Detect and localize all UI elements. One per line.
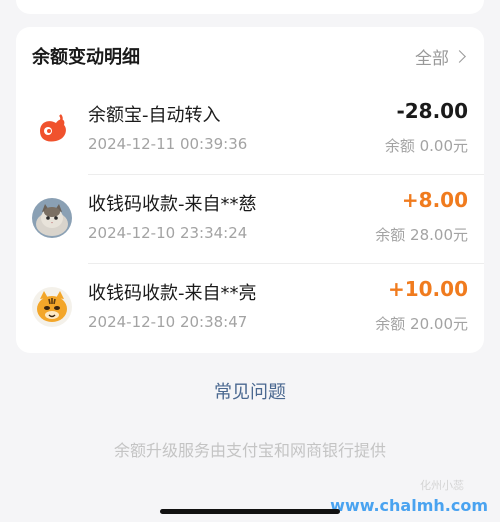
- transaction-row[interactable]: 收钱码收款-来自**慈 2024-12-10 23:34:24 +8.00 余额…: [16, 174, 484, 263]
- tiger-cartoon-avatar: [32, 287, 72, 327]
- transaction-time: 2024-12-10 20:38:47: [88, 313, 248, 331]
- transaction-title: 收钱码收款-来自**慈: [88, 194, 257, 215]
- previous-card: [16, 0, 484, 14]
- see-all-link[interactable]: 全部: [415, 44, 468, 69]
- transaction-balance: 余额 0.00元: [384, 137, 468, 155]
- transaction-balance: 余额 28.00元: [375, 226, 468, 244]
- transaction-title: 余额宝-自动转入: [88, 105, 221, 126]
- see-all-label: 全部: [415, 48, 449, 69]
- card-header: 余额变动明细 全部: [16, 27, 484, 85]
- balance-changes-card: 余额变动明细 全部 余额宝-自动转入 2024-12-11 00:39:36 -…: [16, 27, 484, 353]
- home-indicator[interactable]: [160, 509, 340, 514]
- cat-photo-avatar: [32, 198, 72, 238]
- yuebao-logo-icon: [32, 109, 72, 149]
- transaction-time: 2024-12-10 23:34:24: [88, 224, 248, 242]
- transaction-title: 收钱码收款-来自**亮: [88, 283, 257, 304]
- watermark-author: 化州小蕊: [420, 479, 464, 492]
- transaction-amount: +10.00: [387, 277, 468, 301]
- faq-link[interactable]: 常见问题: [0, 378, 500, 404]
- transaction-amount: +8.00: [401, 188, 468, 212]
- transaction-row[interactable]: 余额宝-自动转入 2024-12-11 00:39:36 -28.00 余额 0…: [16, 85, 484, 174]
- service-provider-note: 余额升级服务由支付宝和网商银行提供: [113, 441, 386, 460]
- transaction-amount: -28.00: [396, 99, 468, 123]
- watermark-url: www.chalmh.com: [330, 496, 488, 515]
- transaction-balance: 余额 20.00元: [375, 315, 468, 333]
- section-title: 余额变动明细: [32, 47, 140, 68]
- transaction-row[interactable]: 收钱码收款-来自**亮 2024-12-10 20:38:47 +10.00 余…: [16, 263, 484, 352]
- chevron-right-icon: [453, 49, 466, 63]
- transaction-time: 2024-12-11 00:39:36: [88, 135, 248, 153]
